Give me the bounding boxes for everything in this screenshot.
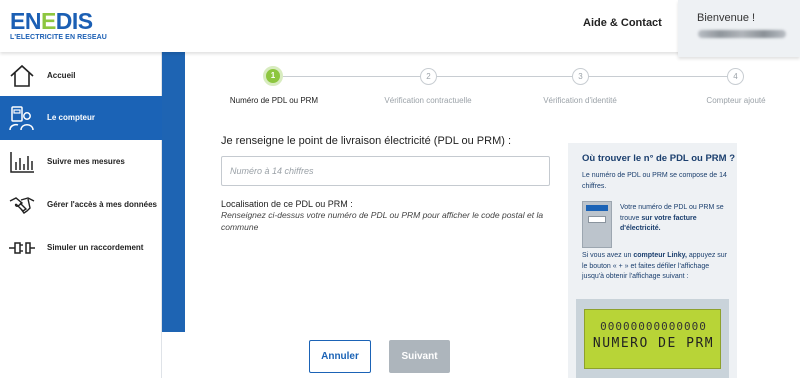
step-3-circle: 3 [572,68,589,85]
username-redacted [698,30,786,38]
step-2-circle: 2 [420,68,437,85]
sidebar-item-accueil[interactable]: Accueil [0,54,162,98]
welcome-text: Bienvenue ! [697,12,756,24]
step-1-circle: 1 [263,66,283,86]
sidebar: Accueil Le compteur Suivre mes mesures G… [0,52,162,378]
sidebar-item-simuler-raccordement[interactable]: Simuler un raccordement [0,226,162,270]
stepper-connector [283,76,421,77]
handshake-icon [9,197,35,214]
form-title: Je renseigne le point de livraison élect… [221,135,512,147]
sidebar-item-label: Gérer l'accès à mes données [47,200,157,209]
step-2-label: Vérification contractuelle [384,96,472,105]
sidebar-item-label: Accueil [47,71,76,80]
step-1-label: Numéro de PDL ou PRM [229,96,319,105]
cancel-button[interactable]: Annuler [309,340,371,373]
plug-icon [9,242,35,254]
linky-display: 00000000000000 NUMERO DE PRM [584,309,721,369]
sidebar-item-label: Simuler un raccordement [47,243,144,252]
help-intro: Le numéro de PDL ou PRM se compose de 14… [582,172,727,190]
user-menu[interactable]: Bienvenue ! [678,0,800,57]
logo-wordmark: ENEDIS [10,8,93,34]
decorative-blue-band [162,52,185,332]
lcd-caption: NUMERO DE PRM [592,336,715,351]
sidebar-item-label: Suivre mes mesures [47,157,125,166]
enedis-logo[interactable]: ENEDIS L'ELECTRICITE EN RESEAU [10,9,110,41]
help-panel-title: Où trouver le n° de PDL ou PRM ? [582,153,735,164]
next-button[interactable]: Suivant [389,340,450,373]
sidebar-item-le-compteur[interactable]: Le compteur [0,96,162,140]
help-bill-text: Votre numéro de PDL ou PRM se trouve sur… [620,204,724,232]
linky-meter-illustration: 00000000000000 NUMERO DE PRM [576,299,729,378]
help-linky-text: Si vous avez un compteur Linky, appuyez … [582,252,728,280]
sidebar-item-gerer-acces[interactable]: Gérer l'accès à mes données [0,183,162,227]
sidebar-item-suivre-mesures[interactable]: Suivre mes mesures [0,140,162,184]
meter-icon [9,106,34,131]
chart-icon [10,152,34,173]
stepper-connector [437,76,572,77]
lcd-digits: 00000000000000 [600,320,707,333]
stepper-connector [588,76,727,77]
logo-tagline: L'ELECTRICITE EN RESEAU [10,34,107,41]
bill-illustration [582,201,612,248]
step-4-circle: 4 [727,68,744,85]
help-contact-link[interactable]: Aide & Contact [583,17,662,29]
step-3-label: Vérification d'identité [543,96,617,105]
home-icon [10,64,34,87]
pdl-prm-input[interactable] [221,156,550,186]
sidebar-item-label: Le compteur [47,113,96,122]
step-4-label: Compteur ajouté [706,96,766,105]
location-title: Localisation de ce PDL ou PRM : [221,199,353,209]
location-description: Renseignez ci-dessus votre numéro de PDL… [221,210,544,232]
help-panel: Où trouver le n° de PDL ou PRM ? Le numé… [568,143,737,378]
